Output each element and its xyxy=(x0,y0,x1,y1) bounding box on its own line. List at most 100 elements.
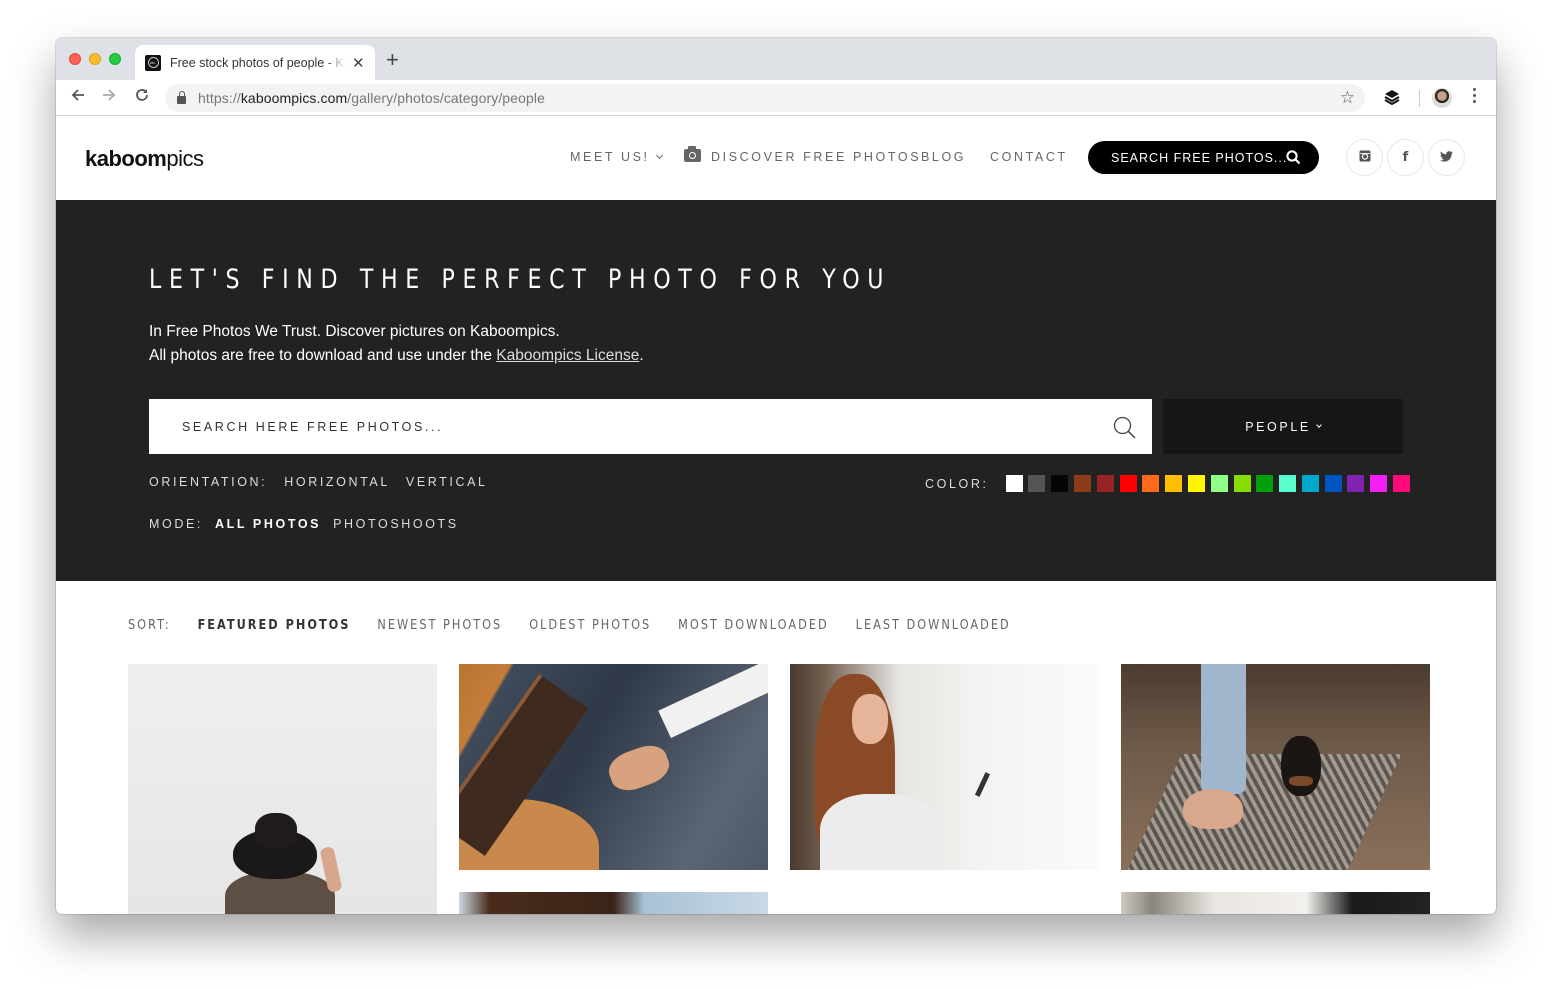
photo-detail xyxy=(1121,754,1402,870)
photo-detail xyxy=(1281,736,1321,796)
gallery-photo[interactable] xyxy=(790,664,1099,870)
nav-contact[interactable]: CONTACT xyxy=(990,150,1068,164)
sort-least-downloaded[interactable]: LEAST DOWNLOADED xyxy=(856,618,1011,633)
facebook-icon: f xyxy=(1402,150,1409,165)
search-icon[interactable] xyxy=(1113,416,1136,444)
color-swatch[interactable] xyxy=(1187,475,1205,492)
color-swatch[interactable] xyxy=(1096,475,1114,492)
gallery-photo[interactable] xyxy=(1121,892,1430,914)
browser-toolbar: https://kaboompics.com/gallery/photos/ca… xyxy=(56,80,1496,116)
color-swatch[interactable] xyxy=(1165,475,1183,492)
photo-detail xyxy=(1201,664,1246,794)
maximize-window-button[interactable] xyxy=(109,53,121,65)
category-selected: PEOPLE xyxy=(1245,419,1311,434)
photo-detail xyxy=(974,772,991,797)
sort-bar: SORT: FEATURED PHOTOS NEWEST PHOTOS OLDE… xyxy=(128,618,1038,633)
sort-newest[interactable]: NEWEST PHOTOS xyxy=(377,618,502,633)
photo-detail xyxy=(658,664,768,738)
orientation-filter: ORIENTATION: HORIZONTAL VERTICAL xyxy=(149,475,504,489)
mode-filter: MODE: ALL PHOTOS PHOTOSHOOTS xyxy=(149,517,471,531)
photo-detail xyxy=(233,813,317,879)
hero-title: LET'S FIND THE PERFECT PHOTO FOR YOU xyxy=(149,264,892,295)
color-swatch[interactable] xyxy=(1051,475,1069,492)
tab-strip: kb. Free stock photos of people - Kaboom… xyxy=(56,38,1496,80)
mode-photoshoots[interactable]: PHOTOSHOOTS xyxy=(333,517,459,531)
color-swatch[interactable] xyxy=(1210,475,1228,492)
license-link[interactable]: Kaboompics License xyxy=(496,347,639,364)
lock-icon xyxy=(177,91,186,104)
instagram-icon xyxy=(1359,150,1371,165)
sort-oldest[interactable]: OLDEST PHOTOS xyxy=(529,618,651,633)
reload-icon[interactable] xyxy=(132,87,152,107)
nav-discover-free-photos[interactable]: DISCOVER FREE PHOTOS xyxy=(684,146,921,164)
mode-all-photos[interactable]: ALL PHOTOS xyxy=(215,517,321,531)
browser-window: kb. Free stock photos of people - Kaboom… xyxy=(56,38,1496,914)
twitter-button[interactable] xyxy=(1428,139,1465,176)
color-swatch[interactable] xyxy=(1073,475,1091,492)
orientation-vertical[interactable]: VERTICAL xyxy=(406,475,488,489)
kaboompics-logo[interactable]: kaboompics xyxy=(85,146,204,172)
profile-avatar[interactable] xyxy=(1432,88,1452,108)
header-search-button[interactable]: SEARCH FREE PHOTOS... xyxy=(1088,141,1319,174)
hero-description: In Free Photos We Trust. Discover pictur… xyxy=(149,320,644,368)
hero-search-box xyxy=(149,399,1152,454)
gallery-photo[interactable] xyxy=(1121,664,1430,870)
chevron-down-icon xyxy=(1315,421,1322,428)
color-swatch[interactable] xyxy=(1142,475,1160,492)
browser-menu-icon[interactable] xyxy=(1469,88,1479,103)
tab-title: Free stock photos of people - Kaboompics xyxy=(170,55,346,70)
color-swatch[interactable] xyxy=(1005,475,1023,492)
gallery-photo[interactable] xyxy=(459,892,768,914)
nav-blog[interactable]: BLOG xyxy=(921,150,966,164)
hero-section: LET'S FIND THE PERFECT PHOTO FOR YOU In … xyxy=(56,200,1496,581)
instagram-button[interactable] xyxy=(1346,139,1383,176)
color-swatch[interactable] xyxy=(1393,475,1411,492)
photo-detail xyxy=(820,794,940,870)
color-label: COLOR: xyxy=(925,476,989,491)
address-bar[interactable]: https://kaboompics.com/gallery/photos/ca… xyxy=(165,84,1365,112)
browser-tab[interactable]: kb. Free stock photos of people - Kaboom… xyxy=(135,45,375,80)
sort-featured[interactable]: FEATURED PHOTOS xyxy=(198,618,351,633)
color-swatch[interactable] xyxy=(1347,475,1365,492)
hero-search-input[interactable] xyxy=(182,419,1082,434)
color-swatch[interactable] xyxy=(1370,475,1388,492)
facebook-button[interactable]: f xyxy=(1387,139,1424,176)
twitter-icon xyxy=(1440,150,1453,165)
close-window-button[interactable] xyxy=(69,53,81,65)
camera-icon xyxy=(684,146,701,162)
bookmark-star-icon[interactable]: ☆ xyxy=(1340,88,1355,108)
minimize-window-button[interactable] xyxy=(89,53,101,65)
color-swatch[interactable] xyxy=(1256,475,1274,492)
color-swatch[interactable] xyxy=(1233,475,1251,492)
close-tab-icon[interactable]: ✕ xyxy=(352,54,365,72)
color-swatch-list xyxy=(1005,475,1416,492)
hero-line-2: All photos are free to download and use … xyxy=(149,344,644,368)
sort-label: SORT: xyxy=(128,618,171,633)
hero-line-2-end: . xyxy=(639,347,644,364)
orientation-horizontal[interactable]: HORIZONTAL xyxy=(284,475,390,489)
sort-most-downloaded[interactable]: MOST DOWNLOADED xyxy=(678,618,829,633)
layers-extension-icon[interactable] xyxy=(1384,89,1400,110)
color-swatch[interactable] xyxy=(1028,475,1046,492)
nav-meet-us-label: MEET US! xyxy=(570,150,650,164)
hero-line-2-text: All photos are free to download and use … xyxy=(149,347,497,364)
color-swatch[interactable] xyxy=(1119,475,1137,492)
category-dropdown[interactable]: PEOPLE xyxy=(1163,399,1403,454)
back-arrow-icon[interactable] xyxy=(68,87,88,107)
gallery-photo[interactable] xyxy=(459,664,768,870)
header-search-label: SEARCH FREE PHOTOS... xyxy=(1111,150,1288,165)
search-icon xyxy=(1286,150,1301,168)
nav-meet-us[interactable]: MEET US! xyxy=(570,150,663,164)
gallery-photo[interactable] xyxy=(128,664,437,914)
site-header: kaboompics MEET US! DISCOVER FREE PHOTOS… xyxy=(56,117,1496,200)
new-tab-button[interactable]: + xyxy=(386,49,399,71)
chevron-down-icon xyxy=(655,151,663,159)
color-swatch[interactable] xyxy=(1301,475,1319,492)
orientation-label: ORIENTATION: xyxy=(149,475,268,489)
color-filter: COLOR: xyxy=(925,475,1416,492)
forward-arrow-icon[interactable] xyxy=(99,87,119,107)
color-swatch[interactable] xyxy=(1279,475,1297,492)
toolbar-divider xyxy=(1419,90,1420,107)
hero-line-1: In Free Photos We Trust. Discover pictur… xyxy=(149,323,560,340)
color-swatch[interactable] xyxy=(1324,475,1342,492)
